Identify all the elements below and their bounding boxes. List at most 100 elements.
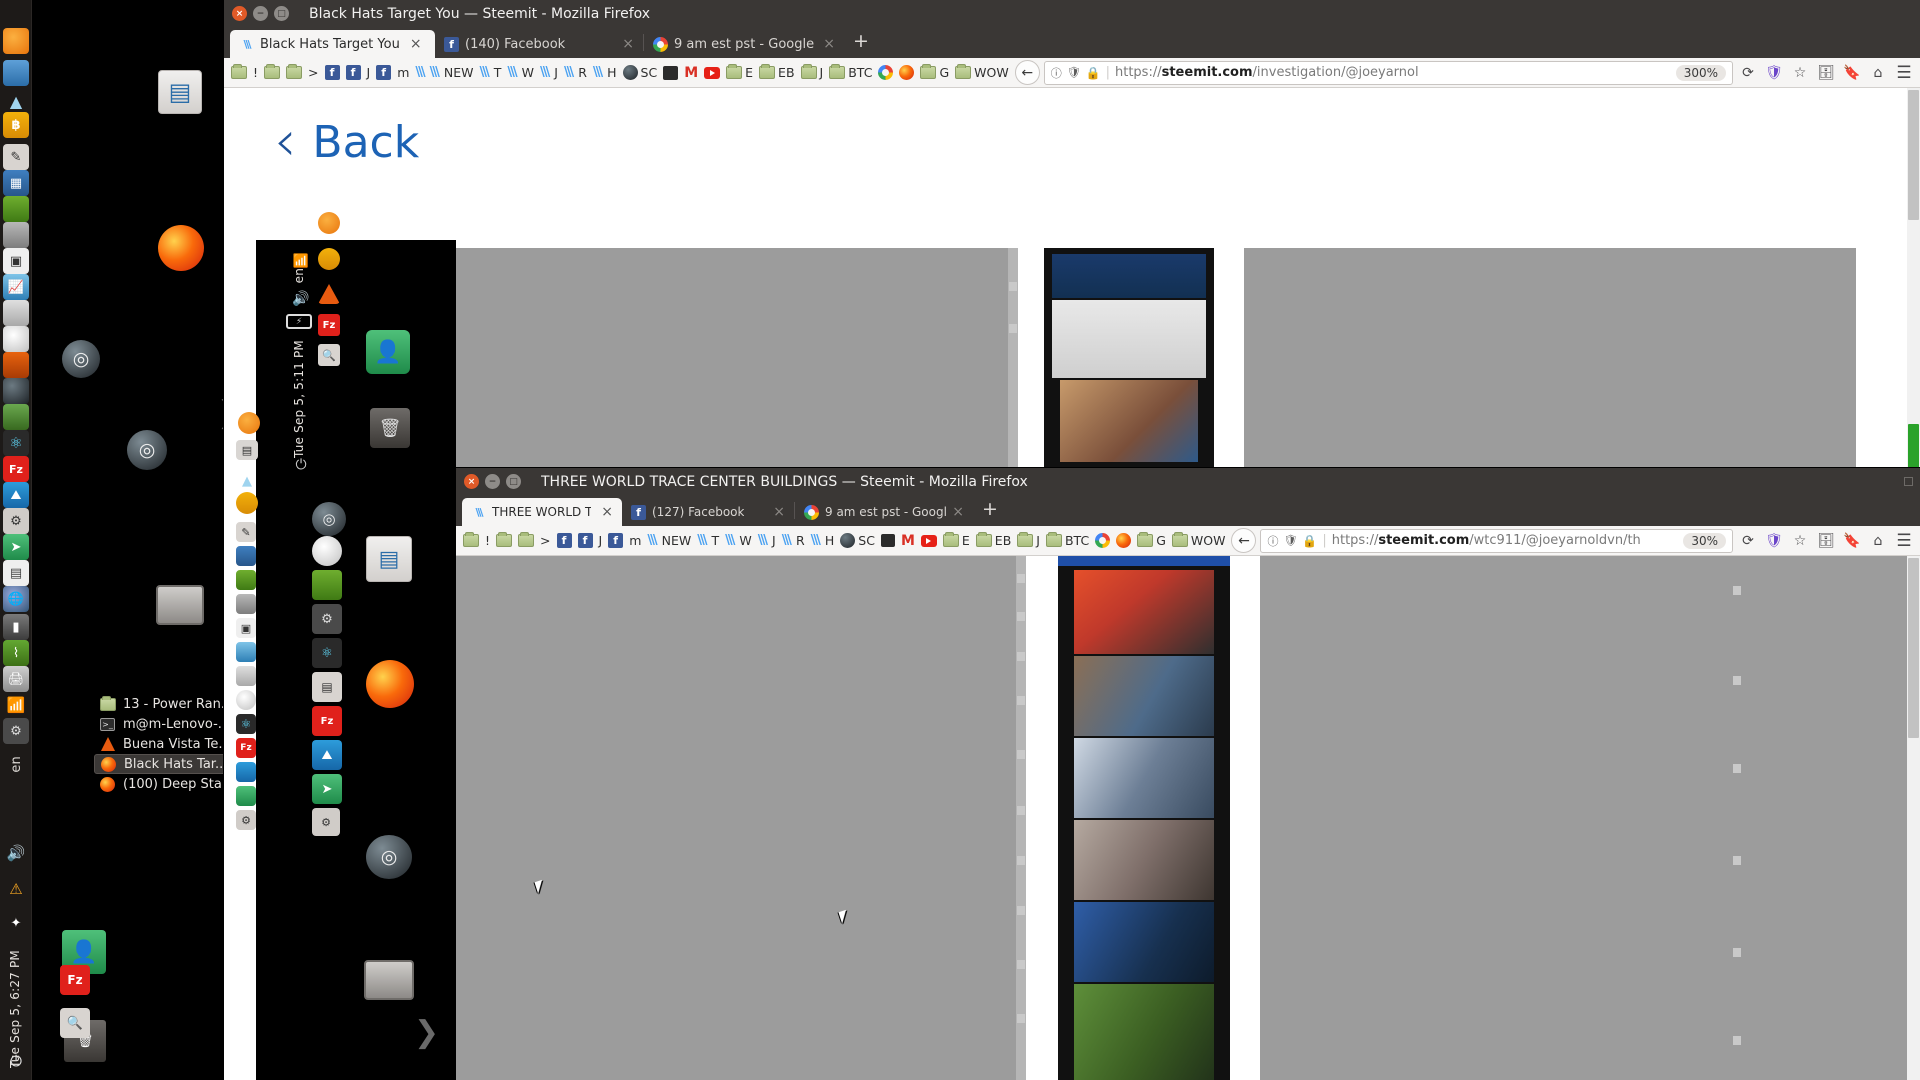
tab-three-world-trace[interactable]: \\\ THREE WORLD TRACE × <box>462 498 622 526</box>
pocket-icon[interactable]: 🔖 <box>1841 533 1863 549</box>
inner-icon-green-3[interactable]: ➤ <box>312 774 342 804</box>
tab-close-icon[interactable]: × <box>410 36 422 52</box>
tabstrip-back-window[interactable]: \\\ Black Hats Target You × f (140) Face… <box>224 27 1920 58</box>
tabstrip-front-window[interactable]: \\\ THREE WORLD TRACE × f (127) Facebook… <box>456 495 1920 526</box>
bookmark-item[interactable]: G <box>918 64 951 81</box>
bookmark-item[interactable]: f <box>576 532 595 549</box>
tab-facebook[interactable]: f (127) Facebook × <box>622 498 794 526</box>
inner-icon-cloud[interactable]: ▲ <box>234 468 260 494</box>
nav-buttons-back[interactable]: ← <box>1014 60 1040 85</box>
tab-close-icon[interactable]: × <box>773 504 785 520</box>
shield-icon[interactable]: 🛡 <box>1763 65 1785 81</box>
inner-icon-settings-3[interactable]: ⚙ <box>312 808 340 836</box>
url-text[interactable]: https://steemit.com/investigation/@joeya… <box>1115 65 1671 80</box>
menu-icon[interactable]: ☰ <box>1893 531 1915 551</box>
bookmark-item[interactable] <box>284 64 304 80</box>
bookmark-item[interactable]: SC <box>621 64 660 81</box>
inner-icon-gallery[interactable]: ▣ <box>236 618 256 638</box>
bookmark-item[interactable]: f <box>323 64 342 81</box>
shield-icon[interactable]: 🛡 <box>1763 533 1785 549</box>
bookmark-item[interactable]: J <box>365 64 373 81</box>
launcher-icon-dark-ball[interactable] <box>3 378 29 404</box>
bookmark-item[interactable]: \\\ <box>723 532 735 549</box>
inner-icon-filezilla[interactable]: Fz <box>318 314 340 336</box>
zoom-level-badge[interactable]: 30% <box>1683 532 1726 549</box>
power-icon[interactable]: ⏻ <box>3 1048 29 1074</box>
bookmark-item[interactable]: > <box>538 532 552 549</box>
battery-icon-inner[interactable]: ⚡ <box>286 314 312 329</box>
inner-icon-settings[interactable]: ⚙ <box>236 810 256 830</box>
back-button[interactable]: ← <box>1014 60 1040 85</box>
page-scrollbar-front[interactable] <box>1907 556 1920 1080</box>
tab-close-icon[interactable]: × <box>622 36 634 52</box>
bookmark-item[interactable]: m <box>627 532 643 549</box>
bookmark-item[interactable] <box>879 533 897 548</box>
launcher-icon-bitcoin[interactable]: ฿ <box>3 112 29 138</box>
reload-icon[interactable]: ⟳ <box>1737 65 1759 81</box>
titlebar-front-window[interactable]: × − □ THREE WORLD TRACE CENTER BUILDINGS… <box>456 468 1920 495</box>
bookmark-item[interactable]: NEW <box>442 64 476 81</box>
bookmark-item[interactable]: R <box>794 532 807 549</box>
volume-icon-inner[interactable]: 🔊 <box>288 286 314 312</box>
bookmark-item[interactable]: EB <box>974 532 1013 549</box>
bookmark-item[interactable]: \\\ <box>809 532 821 549</box>
launcher-icon-archive[interactable] <box>3 222 29 248</box>
inner-icon-archive[interactable] <box>236 594 256 614</box>
bookmark-item[interactable] <box>516 532 536 548</box>
desktop-icon-obs-2[interactable]: ◎ <box>127 430 167 470</box>
launcher-icon-gear[interactable]: ⚙ <box>3 718 29 744</box>
bookmark-item[interactable]: BTC <box>1044 532 1091 549</box>
star-icon[interactable]: ☆ <box>1789 533 1811 549</box>
library-icon[interactable]: 🗄 <box>1815 533 1837 549</box>
tracking-protection-icon[interactable]: 🛡 <box>1067 66 1081 79</box>
bookmark-item[interactable] <box>1114 532 1133 549</box>
bookmark-item[interactable]: EB <box>757 64 796 81</box>
scrollbar-thumb[interactable] <box>1908 90 1919 220</box>
inner-icon-blue-2[interactable]: ⛰ <box>312 740 342 770</box>
desktop-icon-obs[interactable]: ◎ <box>62 340 100 378</box>
reload-icon[interactable]: ⟳ <box>1737 533 1759 549</box>
desktop-icon-window-manager[interactable] <box>156 585 204 625</box>
inner-icon-search[interactable]: 🔍 <box>318 344 340 366</box>
launcher-icon-settings2[interactable]: ⚙ <box>3 508 29 534</box>
bookmark-item[interactable] <box>262 64 282 80</box>
inner-icon-ubuntu-2[interactable] <box>238 412 260 434</box>
launcher-icon-green-arrow[interactable]: ➤ <box>3 534 29 560</box>
tab-black-hats[interactable]: \\\ Black Hats Target You × <box>230 30 435 58</box>
scrollbar-thumb[interactable] <box>1908 558 1919 738</box>
inner-arrow-right-icon[interactable]: ❯ <box>414 1015 439 1050</box>
bookmark-item[interactable]: G <box>1135 532 1168 549</box>
bookmark-item[interactable] <box>1093 532 1112 549</box>
inner-icon-sheet[interactable] <box>236 570 256 590</box>
bookmark-item[interactable]: SC <box>838 532 877 549</box>
bookmark-item[interactable]: > <box>306 64 320 81</box>
bookmarks-bar-back[interactable]: ! > f f J f m \\\ \\\ NEW \\\ T \\\ W \\… <box>229 64 1011 82</box>
tab-google-search[interactable]: 9 am est pst - Google S × <box>795 498 973 526</box>
launcher-icon-react[interactable]: ⚛ <box>3 430 29 456</box>
navbar-front-window[interactable]: ! > f f J f m \\\ NEW \\\ T \\\ W \\\ J … <box>456 526 1920 556</box>
inner-icon-trash[interactable]: 🗑 <box>370 408 410 448</box>
launcher-icon-globe[interactable]: 🌐 <box>3 586 29 612</box>
bookmark-item[interactable]: \\\ <box>645 532 657 549</box>
bookmark-item[interactable] <box>661 65 680 81</box>
bookmark-item[interactable] <box>494 532 514 548</box>
bookmark-item[interactable]: \\\ <box>428 64 440 81</box>
inner-icon-react[interactable]: ⚛ <box>236 714 256 734</box>
keyboard-layout-indicator[interactable]: en <box>9 756 24 773</box>
launcher-icon-wifi[interactable]: 📶 <box>3 692 29 718</box>
new-tab-button[interactable]: + <box>973 498 1007 523</box>
bookmark-item[interactable]: f <box>606 532 625 549</box>
back-button[interactable]: ← <box>1231 528 1257 553</box>
launcher-icon-green-app[interactable] <box>3 404 29 430</box>
bookmark-item[interactable]: H <box>823 532 836 549</box>
bookmark-item[interactable]: \\\ <box>505 64 517 81</box>
bookmark-item[interactable]: T <box>492 64 504 81</box>
url-text[interactable]: https://steemit.com/wtc911/@joeyarnoldvn… <box>1332 533 1679 548</box>
navbar-back-window[interactable]: ! > f f J f m \\\ \\\ NEW \\\ T \\\ W \\… <box>224 58 1920 88</box>
inner-icon-vlc[interactable] <box>318 282 340 304</box>
bookmark-item[interactable]: J <box>770 532 778 549</box>
info-icon[interactable]: ⓘ <box>1267 533 1278 549</box>
inner-clock[interactable]: Tue Sep 5, 5:11 PM <box>292 340 306 458</box>
desktop-icon-filezilla[interactable]: Fz <box>60 965 90 995</box>
launcher-icon-disc[interactable] <box>3 326 29 352</box>
